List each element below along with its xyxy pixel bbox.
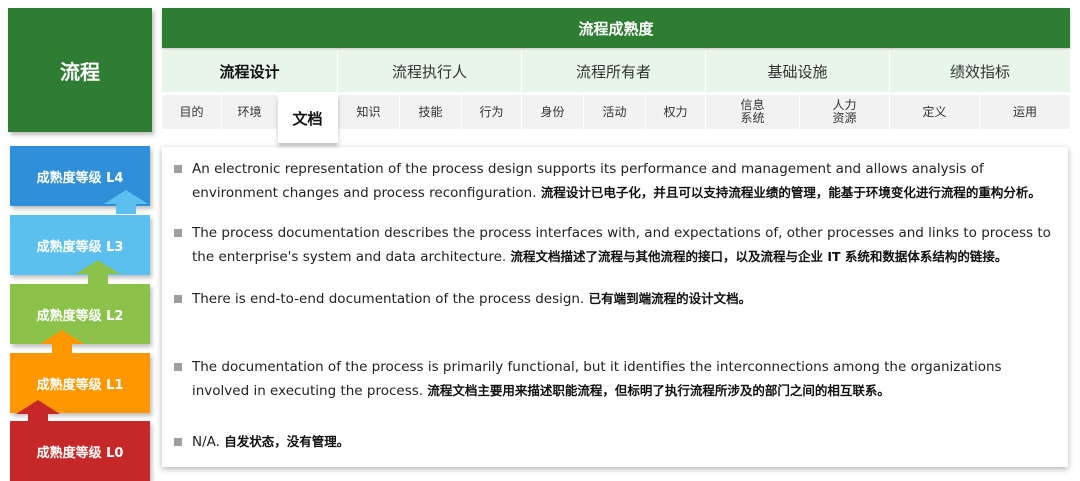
sub-activities: 活动	[584, 95, 646, 129]
square-bullet-icon	[174, 165, 182, 173]
sub-definition: 定义	[890, 95, 980, 129]
sub-skills: 技能	[400, 95, 462, 129]
row-l0-zh: 自发状态，没有管理。	[224, 434, 350, 449]
row-l4: An electronic representation of the proc…	[174, 157, 1054, 205]
maturity-title: 流程成熟度	[578, 19, 654, 38]
arrow-up-icon	[76, 260, 120, 284]
category-metrics: 绩效指标	[890, 50, 1071, 92]
category-process-owner: 流程所有者	[522, 50, 706, 92]
square-bullet-icon	[174, 438, 182, 446]
row-l1: The documentation of the process is prim…	[174, 355, 1054, 403]
level-l1-label: 成熟度等级 L1	[36, 377, 124, 393]
category-process-design: 流程设计	[162, 50, 338, 92]
sub-purpose: 目的	[162, 95, 222, 129]
category-process-performer: 流程执行人	[338, 50, 522, 92]
arrow-up-icon	[16, 400, 60, 424]
sub-context: 环境	[222, 95, 278, 129]
sub-info-systems: 信息 系统	[706, 95, 800, 129]
square-bullet-icon	[174, 229, 182, 237]
maturity-header: 流程成熟度	[162, 8, 1070, 48]
sub-hr-systems: 人力 资源	[800, 95, 890, 129]
level-l0-label: 成熟度等级 L0	[36, 445, 124, 461]
row-l2: There is end-to-end documentation of the…	[174, 287, 1054, 311]
row-l3: The process documentation describes the …	[174, 221, 1054, 269]
level-l4-label: 成熟度等级 L4	[36, 170, 124, 186]
square-bullet-icon	[174, 295, 182, 303]
sub-authority: 权力	[646, 95, 706, 129]
row-l4-zh: 流程设计已电子化，并且可以支持流程业绩的管理，能基于环境变化进行流程的重构分析。	[540, 185, 1041, 200]
level-l3-label: 成熟度等级 L3	[36, 239, 124, 255]
category-infrastructure: 基础设施	[706, 50, 890, 92]
row-l3-zh: 流程文档描述了流程与其他流程的接口，以及流程与企业 IT 系统和数据体系结构的链…	[510, 249, 1008, 264]
row-l0: N/A. 自发状态，没有管理。	[174, 430, 1054, 454]
level-l2-label: 成熟度等级 L2	[36, 308, 124, 324]
row-l0-en: N/A.	[192, 434, 220, 450]
row-l2-en: There is end-to-end documentation of the…	[192, 291, 585, 307]
square-bullet-icon	[174, 363, 182, 371]
sub-documentation: 文档	[278, 95, 338, 143]
description-panel: An electronic representation of the proc…	[162, 147, 1068, 467]
arrow-up-icon	[104, 190, 148, 214]
process-title-box: 流程	[8, 8, 152, 132]
row-l2-zh: 已有端到端流程的设计文档。	[588, 291, 752, 306]
sub-knowledge: 知识	[338, 95, 400, 129]
sub-uses: 运用	[980, 95, 1071, 129]
arrow-up-icon	[40, 330, 84, 354]
row-l1-zh: 流程文档主要用来描述职能流程，但标明了执行流程所涉及的部门之间的相互联系。	[427, 383, 890, 398]
sub-identity: 身份	[522, 95, 584, 129]
sub-behavior: 行为	[462, 95, 522, 129]
process-title: 流程	[60, 59, 100, 84]
level-l0: 成熟度等级 L0	[10, 421, 150, 481]
